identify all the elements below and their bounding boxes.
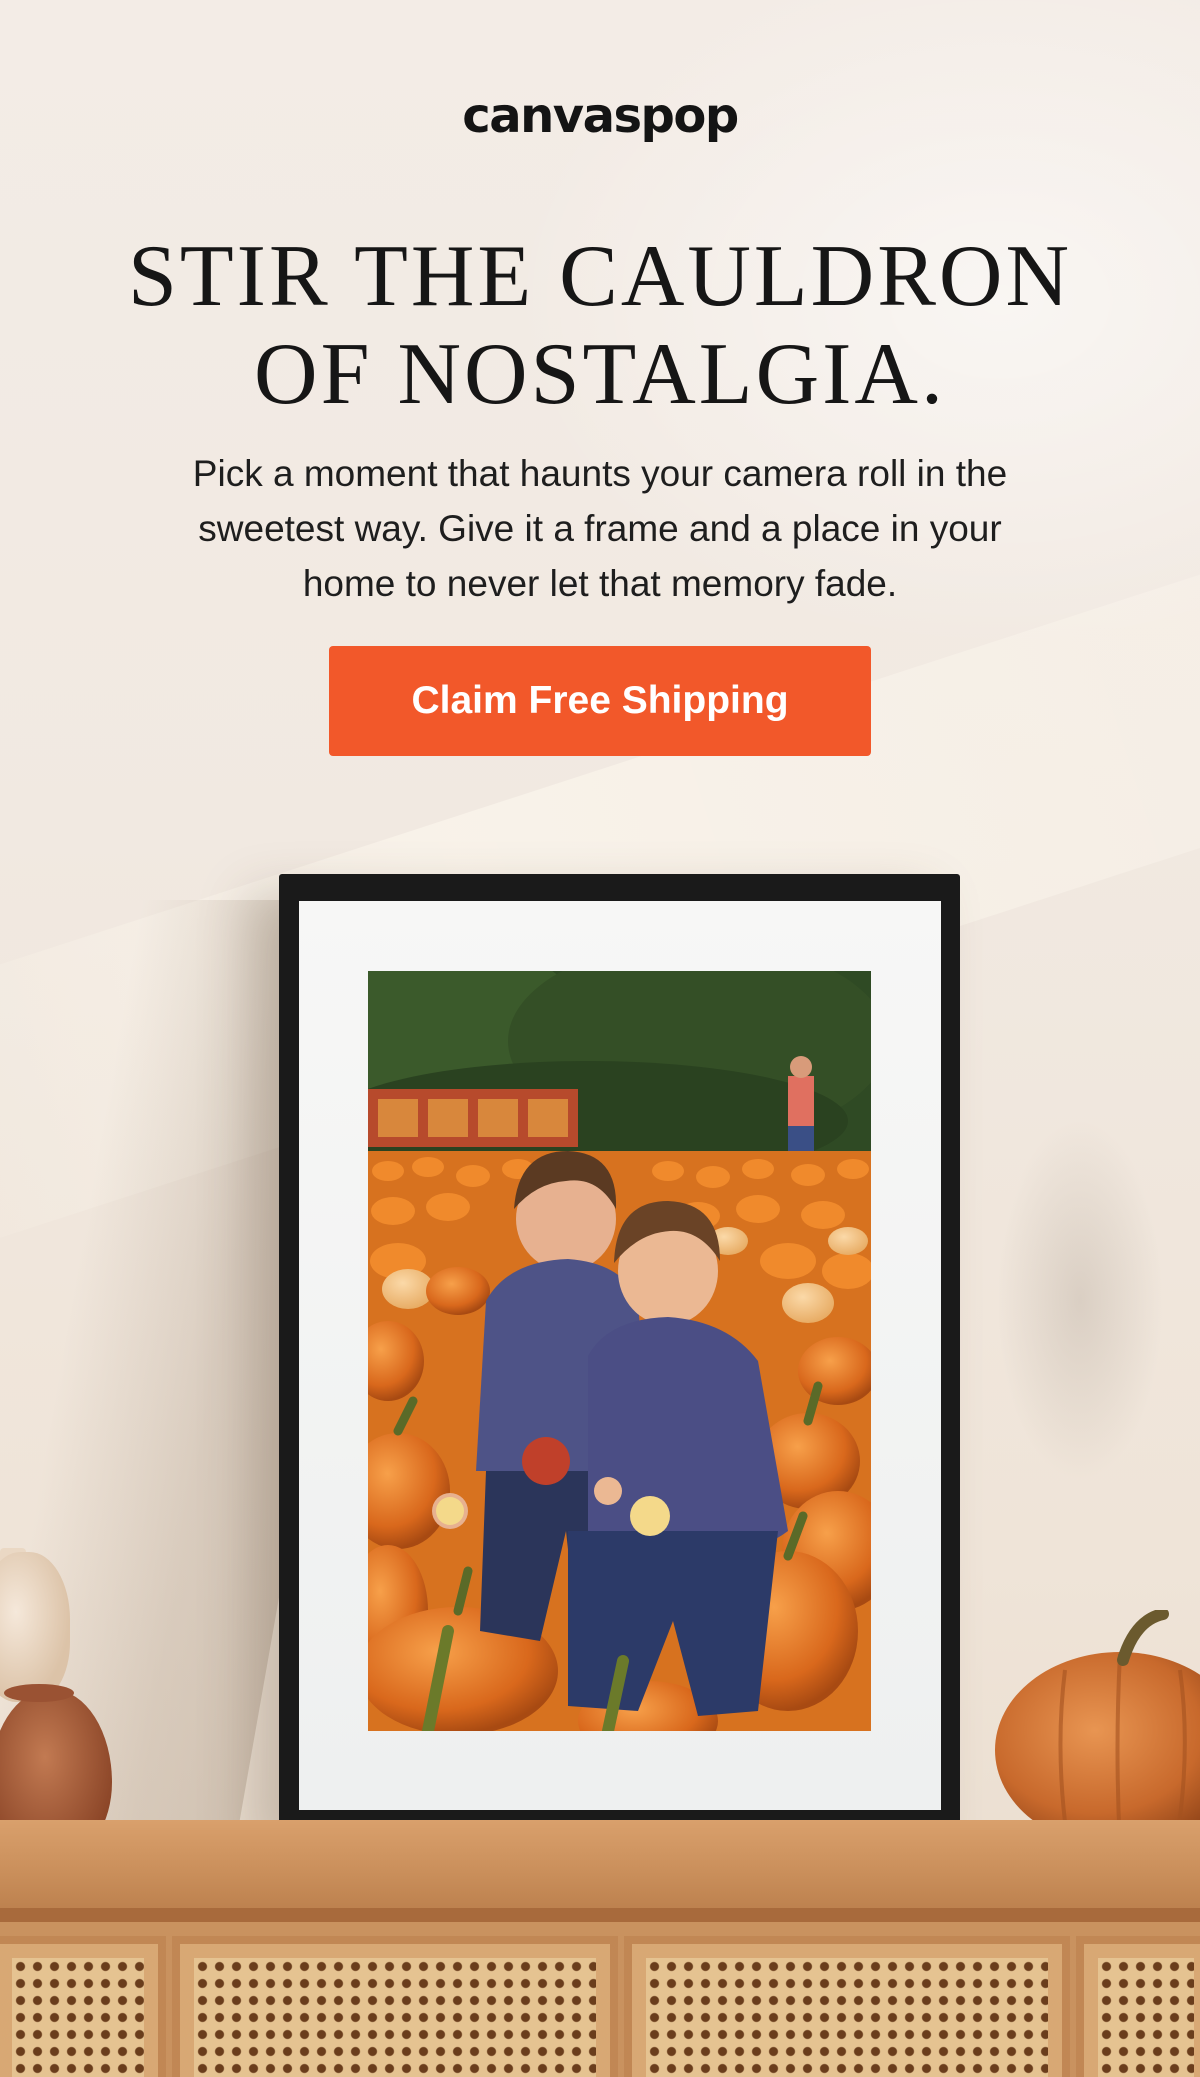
body-line-3: home to never let that memory fade. — [302, 563, 898, 604]
sideboard-door-4 — [1076, 1936, 1200, 2077]
headline-line-1: STIR THE CAULDRON — [127, 228, 1073, 325]
clay-vase-rim — [4, 1684, 74, 1702]
headline-line-2: OF NOSTALGIA. — [254, 326, 946, 423]
sideboard-door-1 — [0, 1936, 166, 2077]
headline: STIR THE CAULDRON OF NOSTALGIA. — [0, 228, 1200, 424]
body-line-1: Pick a moment that haunts your camera ro… — [192, 453, 1008, 494]
sideboard-top — [0, 1820, 1200, 1920]
hero-banner: canvaspop STIR THE CAULDRON OF NOSTALGIA… — [0, 0, 1200, 2077]
sideboard-door-2 — [172, 1936, 618, 2077]
frame-mat — [299, 901, 941, 1810]
cream-vase — [0, 1552, 70, 1702]
rattan-panel — [194, 1958, 596, 2077]
plant-shadow — [960, 1020, 1200, 1580]
body-line-2: sweetest way. Give it a frame and a plac… — [198, 508, 1002, 549]
body-copy: Pick a moment that haunts your camera ro… — [140, 446, 1060, 611]
photo-illustration — [368, 971, 871, 1731]
rattan-panel — [1098, 1958, 1194, 2077]
sideboard-door-3 — [624, 1936, 1070, 2077]
rattan-panel — [646, 1958, 1048, 2077]
picture-frame[interactable] — [279, 874, 960, 1837]
pumpkin-decoration — [995, 1610, 1200, 1848]
rattan-panel — [12, 1958, 144, 2077]
brand-logo[interactable]: canvaspop — [0, 88, 1200, 144]
claim-free-shipping-button[interactable]: Claim Free Shipping — [329, 646, 871, 756]
pumpkin-patch-photo — [368, 971, 871, 1731]
